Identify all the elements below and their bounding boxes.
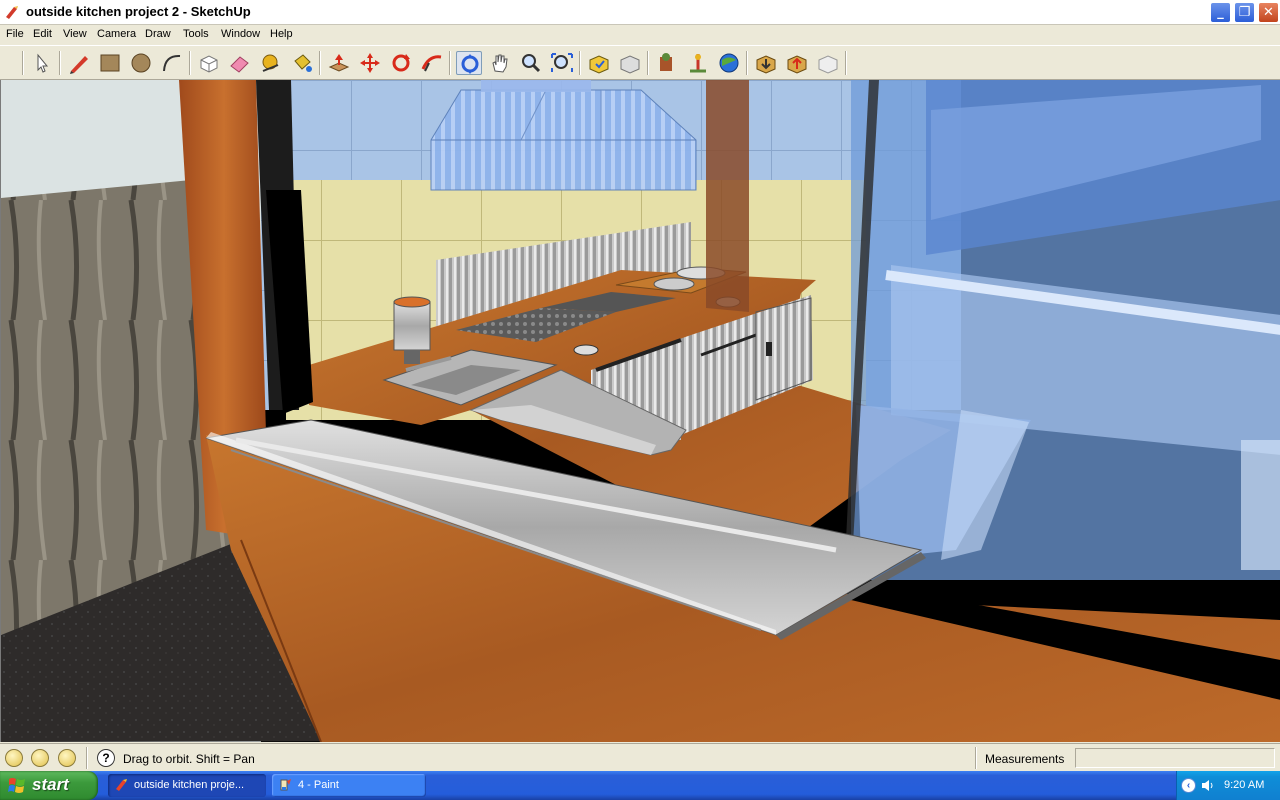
show-hidden-icons-icon[interactable]: ‹	[1181, 778, 1196, 793]
eraser-tool-icon[interactable]	[227, 51, 253, 75]
model-viewport[interactable]	[0, 80, 1280, 742]
measurements-input[interactable]	[1075, 748, 1275, 768]
pencil-tool-icon[interactable]	[66, 51, 92, 75]
components-icon[interactable]	[654, 51, 680, 75]
system-tray: ‹ 9:20 AM	[1176, 771, 1280, 800]
zoom-extents-icon[interactable]	[549, 51, 575, 75]
menu-help[interactable]: Help	[270, 28, 293, 40]
taskbar-item-sketchup[interactable]: outside kitchen proje...	[108, 774, 266, 797]
menu-view[interactable]: View	[63, 28, 87, 40]
paint-icon	[280, 779, 291, 791]
task-label: 4 - Paint	[298, 779, 339, 791]
windows-taskbar: start outside kitchen proje... 4 - Paint…	[0, 771, 1280, 800]
move-tool-icon[interactable]	[357, 51, 383, 75]
make-component-icon[interactable]	[196, 51, 222, 75]
menu-file[interactable]: File	[6, 28, 24, 40]
place-model-icon[interactable]	[685, 51, 711, 75]
sketchup-icon	[116, 779, 127, 791]
window-title: outside kitchen project 2 - SketchUp	[26, 4, 251, 19]
help-icon[interactable]: ?	[97, 749, 115, 767]
google-earth-icon[interactable]	[716, 51, 742, 75]
close-button[interactable]: ✕	[1258, 2, 1279, 23]
taskbar-item-paint[interactable]: 4 - Paint	[272, 774, 426, 797]
get-models-icon[interactable]	[586, 51, 612, 75]
minimize-button[interactable]: _	[1210, 2, 1231, 23]
clock[interactable]: 9:20 AM	[1224, 779, 1264, 791]
restore-button[interactable]: ❐	[1234, 2, 1255, 23]
task-label: outside kitchen proje...	[134, 779, 245, 791]
rectangle-tool-icon[interactable]	[97, 51, 123, 75]
tape-measure-icon[interactable]	[258, 51, 284, 75]
toggle-terrain-icon[interactable]	[784, 51, 810, 75]
share-model-icon[interactable]	[617, 51, 643, 75]
menu-draw[interactable]: Draw	[145, 28, 171, 40]
push-pull-icon[interactable]	[326, 51, 352, 75]
status-hint: Drag to orbit. Shift = Pan	[123, 752, 255, 766]
credits-icon[interactable]	[31, 749, 49, 767]
title-bar[interactable]: outside kitchen project 2 - SketchUp _ ❐…	[0, 0, 1280, 25]
main-toolbar	[0, 45, 1280, 80]
start-label: start	[32, 775, 69, 794]
circle-tool-icon[interactable]	[128, 51, 154, 75]
follow-me-icon[interactable]	[419, 51, 445, 75]
zoom-tool-icon[interactable]	[518, 51, 544, 75]
menu-window[interactable]: Window	[221, 28, 260, 40]
rotate-tool-icon[interactable]	[388, 51, 414, 75]
measurements-label: Measurements	[985, 752, 1065, 766]
menu-bar: File Edit View Camera Draw Tools Window …	[0, 25, 1280, 45]
geo-location-icon[interactable]	[5, 749, 23, 767]
user-icon[interactable]	[58, 749, 76, 767]
select-tool-icon[interactable]	[29, 51, 55, 75]
start-button[interactable]: start	[0, 771, 98, 800]
orbit-tool-icon[interactable]	[456, 51, 482, 75]
menu-tools[interactable]: Tools	[183, 28, 209, 40]
windows-flag-icon	[8, 778, 25, 793]
sketchup-app-icon	[6, 6, 18, 19]
add-location-icon[interactable]	[815, 51, 841, 75]
get-current-view-icon[interactable]	[753, 51, 779, 75]
status-bar: ? Drag to orbit. Shift = Pan Measurement…	[0, 743, 1280, 771]
volume-icon[interactable]	[1201, 779, 1215, 792]
pan-tool-icon[interactable]	[487, 51, 513, 75]
arc-tool-icon[interactable]	[159, 51, 185, 75]
menu-camera[interactable]: Camera	[97, 28, 136, 40]
menu-edit[interactable]: Edit	[33, 28, 52, 40]
paint-bucket-icon[interactable]	[289, 51, 315, 75]
